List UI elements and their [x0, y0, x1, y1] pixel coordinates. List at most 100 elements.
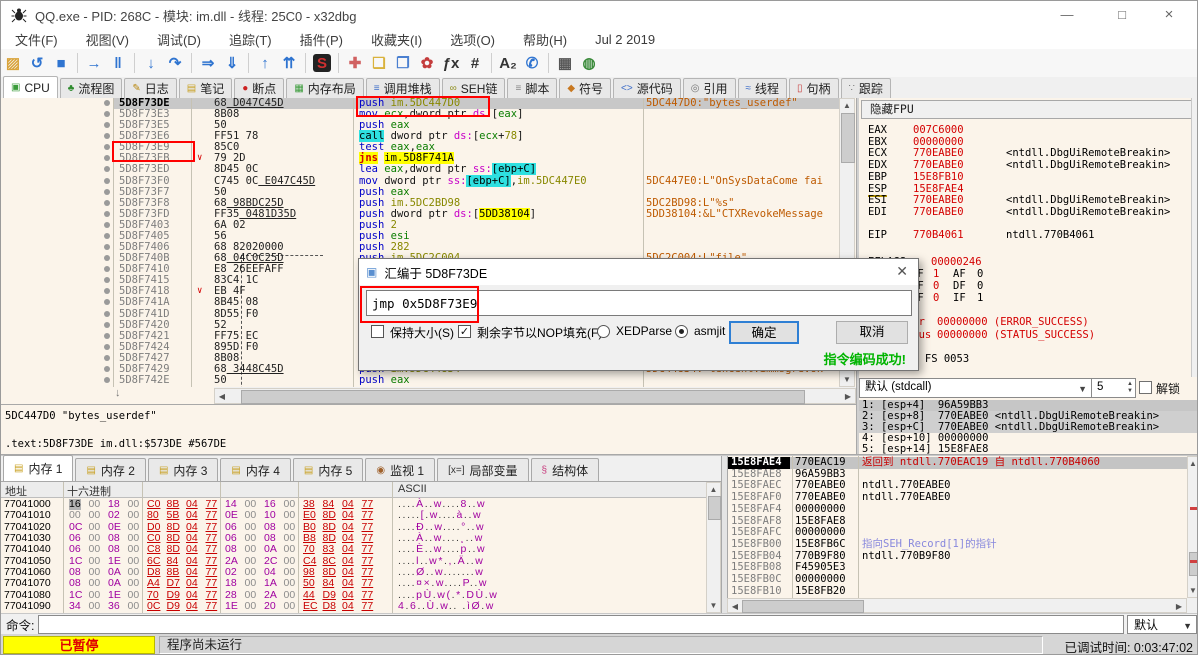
memory-dump-panel[interactable]: 地址 十六进制 ASCII 77041000 16 00 18 00 C0 8B 04 77 14…	[1, 482, 706, 613]
step-over-icon[interactable]: ↷	[164, 52, 186, 74]
pause-icon[interactable]: ‖	[107, 52, 129, 74]
menu-item-6[interactable]: 收藏夹(I)	[357, 30, 436, 49]
tab-流程图[interactable]: ♣ 流程图	[59, 78, 123, 98]
command-input[interactable]	[38, 615, 1124, 634]
tab-断点[interactable]: ● 断点	[234, 78, 285, 98]
stack-panel[interactable]: 15E8FAE4 770EAC19 返回到 ntdll.770EAC19 自 ntd…	[727, 456, 1187, 598]
menu-item-4[interactable]: 追踪(T)	[215, 30, 286, 49]
bottom-tab-内存 3[interactable]: ▤ 内存 3	[147, 458, 219, 481]
dialog-title-bar[interactable]: ▣ 汇编于 5D8F73DE ✕	[359, 259, 918, 285]
menu-item-7[interactable]: 选项(O)	[436, 30, 509, 49]
calling-convention-select[interactable]: 默认 (stdcall) ▼	[859, 378, 1092, 398]
patch-icon[interactable]: ✚	[344, 52, 366, 74]
functions-icon[interactable]: ƒx	[440, 52, 462, 74]
open-file-icon[interactable]: ▨	[2, 52, 24, 74]
stack-vscrollbar[interactable]: ▲ ▼	[1187, 456, 1197, 598]
breakpoint-dot[interactable]	[104, 188, 110, 195]
calculator-icon[interactable]: ▦	[554, 52, 576, 74]
maximize-button[interactable]: □	[1100, 1, 1144, 29]
tab-源代码[interactable]: <> 源代码	[613, 78, 681, 98]
tab-CPU[interactable]: ▣ CPU	[3, 76, 58, 98]
breakpoint-dot[interactable]	[104, 210, 110, 217]
font-icon[interactable]: A₂	[497, 52, 519, 74]
fill-nop-checkbox[interactable]: ✓	[458, 325, 471, 338]
bottom-tab-监视 1[interactable]: ◉ 监视 1	[365, 458, 436, 481]
menu-item-5[interactable]: 插件(P)	[286, 30, 357, 49]
minimize-button[interactable]: —	[1045, 1, 1089, 29]
breakpoint-dot[interactable]	[104, 288, 110, 295]
stack-row[interactable]: 15E8FAE4 770EAC19 返回到 ntdll.770EAC19 自 ntd…	[728, 456, 1187, 469]
breakpoint-dot[interactable]	[104, 277, 110, 284]
breakpoint-dot[interactable]	[104, 122, 110, 129]
argument-row[interactable]: 5: [esp+14] 15E8FAE8	[858, 443, 1197, 454]
breakpoint-dot[interactable]	[104, 354, 110, 361]
menu-item-8[interactable]: 帮助(H)	[509, 30, 581, 49]
breakpoint-dot[interactable]	[104, 100, 110, 106]
breakpoint-dot[interactable]	[104, 133, 110, 140]
breakpoint-dot[interactable]	[104, 377, 110, 383]
menu-item-2[interactable]: 视图(V)	[72, 30, 143, 49]
tab-调用堆栈[interactable]: ≡ 调用堆栈	[365, 78, 440, 98]
asmjit-radio[interactable]	[675, 325, 688, 338]
breakpoint-dot[interactable]	[104, 232, 110, 239]
disasm-row[interactable]: 5D8F73F0 C745 0C E047C45D mov dword ptr ss…	[1, 174, 856, 187]
tab-内存布局[interactable]: ▦ 内存布局	[286, 78, 364, 98]
labels-icon[interactable]: ❐	[392, 52, 414, 74]
stack-row[interactable]: 15E8FB00 15E8FB6C 指向SEH_Record[1]的指针	[728, 538, 1187, 551]
run-to-user-code-icon[interactable]: ⇓	[221, 52, 243, 74]
bottom-tab-内存 1[interactable]: ▤ 内存 1	[3, 455, 74, 481]
breakpoint-dot[interactable]	[104, 155, 110, 162]
breakpoint-dot[interactable]	[104, 321, 110, 328]
hash-icon[interactable]: #	[464, 52, 486, 74]
keep-size-checkbox[interactable]	[371, 325, 384, 338]
breakpoint-dot[interactable]	[104, 310, 110, 317]
registers-scrollbar[interactable]	[1191, 98, 1197, 377]
execute-till-return-icon[interactable]: ⇒	[197, 52, 219, 74]
disasm-row[interactable]: 5D8F742E 50 push eax	[1, 375, 856, 386]
breakpoint-dot[interactable]	[104, 144, 110, 151]
breakpoint-dot[interactable]	[104, 255, 110, 262]
argument-count-stepper[interactable]: 5 ▲ ▼	[1091, 378, 1136, 398]
tab-引用[interactable]: ◎ 引用	[682, 78, 736, 98]
stack-hscrollbar[interactable]: ◀ ▶	[727, 598, 1187, 613]
argument-row[interactable]: 4: [esp+10] 00000000	[858, 432, 1197, 444]
menu-item-9[interactable]: Jul 2 2019	[581, 32, 669, 47]
ok-button[interactable]: 确定	[729, 321, 799, 344]
breakpoint-dot[interactable]	[104, 199, 110, 206]
tab-线程[interactable]: ≈ 线程	[737, 78, 788, 98]
breakpoint-dot[interactable]	[104, 166, 110, 173]
unlock-checkbox[interactable]	[1139, 381, 1152, 394]
command-scope-select[interactable]: 默认 ▼	[1127, 615, 1197, 634]
tab-笔记[interactable]: ▤ 笔记	[178, 78, 233, 98]
tab-日志[interactable]: ✎ 日志	[124, 78, 177, 98]
bookmarks-icon[interactable]: ✿	[416, 52, 438, 74]
notes-icon[interactable]: ✆	[521, 52, 543, 74]
comments-icon[interactable]: ❏	[368, 52, 390, 74]
scylla-icon[interactable]: S	[313, 54, 331, 72]
step-into-icon[interactable]: ↓	[140, 52, 162, 74]
bottom-tab-局部变量[interactable]: [x=] 局部变量	[437, 458, 529, 481]
stack-row[interactable]: 15E8FAF4 00000000	[728, 503, 1187, 516]
cancel-button[interactable]: 取消	[836, 321, 908, 344]
globe-icon[interactable]: ◍	[578, 52, 600, 74]
tab-跟踪[interactable]: ∵ 跟踪	[840, 78, 891, 98]
disasm-hscrollbar[interactable]: ◀ ▶	[214, 388, 856, 404]
run-icon[interactable]: →	[83, 52, 105, 74]
tab-句柄[interactable]: ▯ 句柄	[789, 78, 839, 98]
stack-row[interactable]: 15E8FB10 15E8FB20	[728, 585, 1187, 598]
step-out-icon[interactable]: ↑	[254, 52, 276, 74]
breakpoint-dot[interactable]	[104, 343, 110, 350]
breakpoint-dot[interactable]	[104, 177, 110, 184]
breakpoint-dot[interactable]	[104, 111, 110, 118]
breakpoint-dot[interactable]	[104, 244, 110, 251]
breakpoint-dot[interactable]	[104, 332, 110, 339]
bottom-tab-内存 4[interactable]: ▤ 内存 4	[220, 458, 291, 481]
breakpoint-dot[interactable]	[104, 299, 110, 306]
breakpoint-dot[interactable]	[104, 365, 110, 372]
stop-icon[interactable]: ■	[50, 52, 72, 74]
close-button[interactable]: ×	[1147, 1, 1191, 29]
menu-item-3[interactable]: 调试(D)	[143, 30, 215, 49]
bottom-tab-内存 2[interactable]: ▤ 内存 2	[75, 458, 146, 481]
breakpoint-dot[interactable]	[104, 266, 110, 273]
breakpoint-dot[interactable]	[104, 221, 110, 228]
